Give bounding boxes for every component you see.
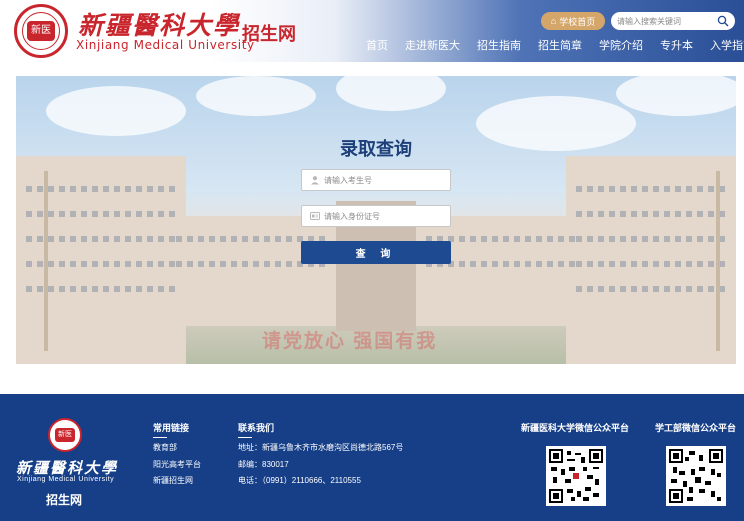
qr1-title: 新疆医科大学微信公众平台 [521,423,630,433]
nav-item-admission-guide[interactable]: 招生指南 [477,38,521,54]
qr2-title: 学工部微信公众平台 [655,423,737,433]
qr-code-icon [549,449,603,503]
nav-item-enrollment-guide[interactable]: 入学指南 [710,38,744,54]
wechat-qr-code-student-affairs [666,446,726,506]
contact-address: 地址：新疆乌鲁木齐市水磨沟区尚德北路567号 [238,443,404,452]
cloud [196,76,316,116]
qr-code-icon [669,449,723,503]
link-gaokao[interactable]: 阳光高考平台 [153,459,201,470]
nav-item-about[interactable]: 走进新医大 [405,38,460,54]
user-icon [311,176,319,185]
search-box [611,12,735,30]
query-submit-button[interactable]: 查 询 [301,241,451,264]
footer-university-name-en: Xinjiang Medical University [17,476,115,483]
home-icon: ⌂ [550,16,557,26]
id-card-icon [310,212,320,220]
nav-item-home[interactable]: 首页 [366,38,388,54]
cloud [336,76,446,111]
contact-title: 联系我们 [238,421,274,438]
nav-item-admission-brochure[interactable]: 招生简章 [538,38,582,54]
school-home-button[interactable]: ⌂ 学校首页 [541,12,605,30]
link-xj-admission[interactable]: 新疆招生网 [153,475,193,486]
search-icon[interactable] [717,15,729,27]
id-number-field [301,205,451,227]
cloud [616,76,736,116]
university-seal-logo[interactable]: 新医 [14,4,68,58]
footer-seal-logo: 新医 [48,418,82,452]
main-nav: 首页 走进新医大 招生指南 招生简章 学院介绍 专升本 入学指南 [366,38,744,54]
links-title: 常用链接 [153,421,189,438]
footer-university-name-cn: 新疆醫科大學 [16,459,119,477]
wechat-qr-code-university [546,446,606,506]
street-lamp [44,171,48,351]
link-moe[interactable]: 教育部 [153,442,177,453]
nav-item-upgrade[interactable]: 专升本 [660,38,693,54]
page-title: 录取查询 [340,139,412,159]
id-number-input[interactable] [324,211,444,221]
contact-phone: 电话：（0991）2110666、2110555 [238,476,361,485]
university-name-en: Xinjiang Medical University [76,38,255,52]
contact-postcode: 邮编：830017 [238,460,289,469]
site-name: 招生网 [242,24,296,44]
footer-seal-text: 新医 [55,428,75,442]
exam-number-input[interactable] [324,175,444,185]
street-lamp [716,171,720,351]
banner-slogan: 请党放心 强国有我 [262,331,438,352]
site-header: 新医 新疆醫科大學 Xinjiang Medical University 招生… [0,0,744,62]
cloud [46,86,186,136]
footer-site-name: 招生网 [46,493,83,507]
search-input[interactable] [617,16,711,26]
university-name-cn: 新疆醫科大學 [78,11,241,40]
seal-text: 新医 [27,21,55,41]
nav-item-colleges[interactable]: 学院介绍 [599,38,643,54]
exam-number-field [301,169,451,191]
site-footer: 新医 新疆醫科大學 Xinjiang Medical University 招生… [0,394,744,521]
school-home-label: 学校首页 [559,16,596,27]
